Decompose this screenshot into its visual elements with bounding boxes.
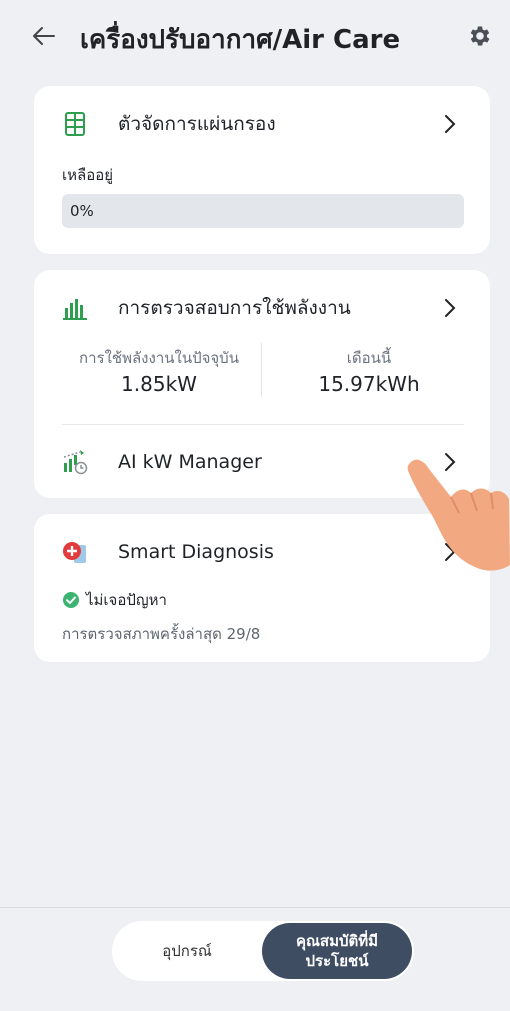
filter-manager-card: ตัวจัดการแผ่นกรอง เหลืออยู่ 0% [34, 86, 490, 254]
app-header: เครื่องปรับอากาศ/Air Care [0, 0, 510, 72]
filter-progress-text: 0% [70, 202, 94, 220]
month-usage-value: 15.97kWh [318, 372, 420, 396]
tab-useful-features-line2: ประโยชน์ [305, 952, 369, 970]
tab-switcher: อุปกรณ์ คุณสมบัติที่มี ประโยชน์ [112, 921, 414, 981]
chevron-right-icon [445, 115, 456, 133]
tab-devices[interactable]: อุปกรณ์ [112, 921, 262, 981]
back-button[interactable] [26, 18, 62, 54]
row-divider [62, 424, 464, 425]
stat-divider [261, 343, 262, 397]
energy-monitoring-row[interactable]: การตรวจสอบการใช้พลังงาน [34, 278, 490, 338]
tap-hand-icon [407, 459, 510, 571]
diagnosis-icon [63, 542, 86, 563]
current-usage-value: 1.85kW [121, 372, 197, 396]
filter-grid-icon [65, 112, 85, 136]
month-usage-stat: เดือนนี้ 15.97kWh [274, 346, 464, 396]
page-title: เครื่องปรับอากาศ/Air Care [80, 25, 401, 55]
tab-useful-features-line1: คุณสมบัติที่มี [295, 932, 379, 950]
ai-kw-manager-label: AI kW Manager [118, 451, 262, 473]
current-usage-stat: การใช้พลังงานในปัจจุบัน 1.85kW [64, 346, 254, 396]
check-circle-icon [63, 592, 79, 608]
smart-diagnosis-label: Smart Diagnosis [118, 541, 274, 563]
ai-energy-icon [63, 450, 88, 475]
gear-icon [470, 26, 490, 46]
filter-progress-bar: 0% [62, 194, 464, 228]
energy-monitoring-label: การตรวจสอบการใช้พลังงาน [118, 297, 351, 319]
diagnosis-status-text: ไม่เจอปัญหา [86, 591, 167, 609]
filter-manager-label: ตัวจัดการแผ่นกรอง [118, 113, 276, 135]
arrow-left-icon [33, 27, 55, 45]
tab-useful-features[interactable]: คุณสมบัติที่มี ประโยชน์ [262, 923, 412, 979]
last-check-text: การตรวจสภาพครั้งล่าสุด 29/8 [62, 625, 261, 643]
bottom-navigation: อุปกรณ์ คุณสมบัติที่มี ประโยชน์ [0, 907, 510, 1011]
bar-chart-icon [63, 299, 87, 320]
filter-manager-row[interactable]: ตัวจัดการแผ่นกรอง [34, 94, 490, 154]
settings-button[interactable] [462, 18, 498, 54]
remaining-label: เหลืออยู่ [62, 166, 114, 184]
month-usage-label: เดือนนี้ [346, 349, 392, 367]
chevron-right-icon [445, 299, 456, 317]
diagnosis-status: ไม่เจอปัญหา [62, 588, 167, 612]
current-usage-label: การใช้พลังงานในปัจจุบัน [79, 349, 239, 367]
